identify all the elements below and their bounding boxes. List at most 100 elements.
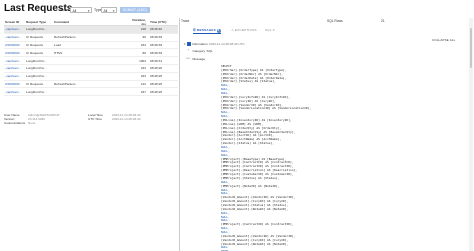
command-cell: RefreshParams — [54, 81, 76, 86]
sql-message-text: SELECT [POOrder].[OrderType] AS [OrderTyp… — [221, 64, 312, 251]
request-type-cell: LongRun.Per... — [26, 27, 47, 32]
header-duration[interactable]: Duration, ms — [132, 18, 150, 26]
screen-id-link[interactable]: AS530000 — [4, 43, 26, 47]
table-row[interactable]: AS530000 UI Requests Load 184 08:48:39 — [4, 42, 178, 50]
duration-cell: 1003 — [139, 58, 146, 63]
chevron-down-icon: ▾ — [112, 8, 115, 13]
time-cell: 08:48:25 — [150, 81, 163, 86]
command-cell: HTML — [54, 50, 63, 55]
duration-cell: 223 — [140, 74, 146, 79]
duration-cell: 122 — [140, 81, 146, 86]
tag-icon: ◔ — [186, 48, 190, 53]
requests-grid: Screen ID Request Type Command Duration,… — [4, 18, 178, 97]
table-row[interactable]: ~/api/sam... LongRun.Per... 1003 08:48:31 — [4, 57, 178, 65]
category-value: SQL — [206, 49, 213, 53]
chevron-down-icon: ▾ — [87, 8, 90, 13]
time-cell: 08:48:25 — [150, 89, 163, 94]
submit-button[interactable]: SUBMIT (ADD) — [120, 7, 150, 13]
table-row[interactable]: ~/api/sam... LongRun.Per... 187 08:48:25 — [4, 88, 178, 97]
request-type-cell: LongRun.Per... — [26, 74, 47, 79]
time-cell: 08:48:39 — [150, 50, 163, 55]
info-row: Customizations None — [4, 121, 178, 125]
header-screen-id[interactable]: Screen ID — [4, 20, 26, 24]
screen-id-link[interactable]: ~/api/sam... — [4, 90, 26, 94]
screen-id-link[interactable]: ~/api/sam... — [4, 74, 26, 78]
request-type-cell: UI Requests — [26, 50, 44, 55]
details-scrollbar[interactable] — [469, 18, 473, 251]
time-cell: 08:48:40 — [150, 27, 163, 32]
collapse-all-button[interactable]: COLLAPSE ALL — [432, 38, 455, 42]
message-icon: ▭ — [186, 56, 190, 61]
message-entry-header[interactable]: ▾ Information 2023-11-14 08:48:40 UTC — [184, 42, 245, 46]
screen-id-link[interactable]: AS530000 — [4, 51, 26, 55]
header-request-type[interactable]: Request Type — [26, 20, 54, 24]
table-row[interactable]: ~/api/sam... LongRun.Per... 223 08:48:25 — [4, 73, 178, 81]
info-value: None — [28, 121, 36, 125]
environment-info: User Name admin@SWATGROUP Local Time 2023-1… — [4, 113, 178, 125]
info-key: Customizations — [4, 121, 26, 125]
warning-icon: ⚠ — [231, 28, 235, 32]
tab-exceptions[interactable]: ⚠EXCEPTIONS — [231, 27, 257, 34]
trace-label: Trace — [181, 19, 190, 23]
table-row[interactable]: AS530000 UI Requests RefreshParams 122 08:48… — [4, 81, 178, 89]
sql-rows-label: SQL Rows — [327, 19, 343, 23]
screen-id-link[interactable]: ~/api/sam... — [4, 59, 26, 63]
type-filter-select[interactable]: All ▾ — [101, 7, 117, 13]
duration-cell: 244 — [140, 66, 146, 71]
entry-timestamp: 2023-11-14 08:48:40 UTC — [209, 42, 245, 46]
time-cell: 08:48:39 — [150, 42, 163, 47]
request-type-cell: LongRun.Per... — [26, 58, 47, 63]
screen-id-link[interactable]: ~/api/sam... — [4, 35, 26, 39]
duration-cell: 99 — [142, 35, 146, 40]
table-row[interactable]: AS530000 UI Requests HTML 89 08:48:39 — [4, 49, 178, 58]
command-cell: RefreshParams — [54, 35, 76, 40]
detail-tabs: ☰MESSAGES 1 ⚠EXCEPTIONS SQL 0 — [183, 27, 468, 34]
screen-id-link[interactable]: AS530000 — [4, 82, 26, 86]
screen-id-link[interactable]: ~/api/sam... — [4, 66, 26, 70]
info-value-2: 2023-11-14 08:48:40 — [112, 117, 141, 121]
grid-body: ~/api/sam... LongRun.Per... 218 08:48:40 ~/a… — [4, 26, 178, 97]
duration-cell: 187 — [140, 89, 146, 94]
tab-sql[interactable]: SQL 0 — [265, 27, 275, 34]
header-command[interactable]: Command — [54, 20, 132, 24]
category-label: Category — [192, 49, 206, 53]
screen-filter-select[interactable]: All ▾ — [70, 7, 92, 13]
chevron-down-icon[interactable]: ▾ — [184, 42, 186, 46]
time-cell: 08:48:26 — [150, 66, 163, 71]
tab-sql-label: SQL — [265, 28, 272, 32]
entry-message: ▭ Message — [186, 57, 207, 61]
request-type-cell: LongRun.Per... — [26, 66, 47, 71]
tab-messages-count: 1 — [216, 29, 221, 33]
header-time[interactable]: Time (UTC) — [150, 20, 178, 24]
command-cell: Load — [54, 42, 61, 47]
time-cell: 08:48:31 — [150, 58, 163, 63]
tab-exceptions-label: EXCEPTIONS — [234, 28, 257, 32]
duration-cell: 184 — [140, 42, 146, 47]
info-icon — [186, 42, 191, 46]
screen-id-link[interactable]: ~/api/sam... — [4, 27, 26, 31]
info-key-2: UTC Time — [88, 117, 102, 121]
message-label: Message — [192, 57, 206, 61]
sql-line: [POOrder].[VendorLocationID] AS [VendorL… — [221, 106, 312, 111]
tab-messages[interactable]: ☰MESSAGES 1 — [193, 27, 221, 34]
request-type-cell: LongRun.Per... — [26, 89, 47, 94]
tab-messages-label: MESSAGES — [196, 28, 216, 32]
request-type-cell: UI Requests — [26, 81, 44, 86]
request-type-cell: UI Requests — [26, 35, 44, 40]
screen-filter-value: All — [72, 8, 77, 13]
table-row[interactable]: ~/api/sam... LongRun.Per... 218 08:48:40 — [4, 26, 178, 34]
time-cell: 08:48:25 — [150, 74, 163, 79]
entry-level: Information — [192, 42, 208, 46]
request-type-cell: UI Requests — [26, 42, 44, 47]
sql-rows-value: 21 — [381, 19, 385, 23]
type-filter-value: All — [103, 8, 108, 13]
table-row[interactable]: ~/api/sam... LongRun.Per... 244 08:48:26 — [4, 65, 178, 73]
list-icon: ☰ — [193, 28, 197, 32]
time-cell: 08:48:39 — [150, 35, 163, 40]
table-row[interactable]: ~/api/sam... UI Requests RefreshParams 99 08… — [4, 34, 178, 42]
scrollbar-thumb[interactable] — [469, 28, 473, 68]
duration-cell: 89 — [142, 50, 146, 55]
duration-cell: 218 — [140, 27, 146, 32]
entry-category: ◔ Category SQL — [186, 49, 213, 53]
tab-sql-count: 0 — [272, 28, 275, 32]
